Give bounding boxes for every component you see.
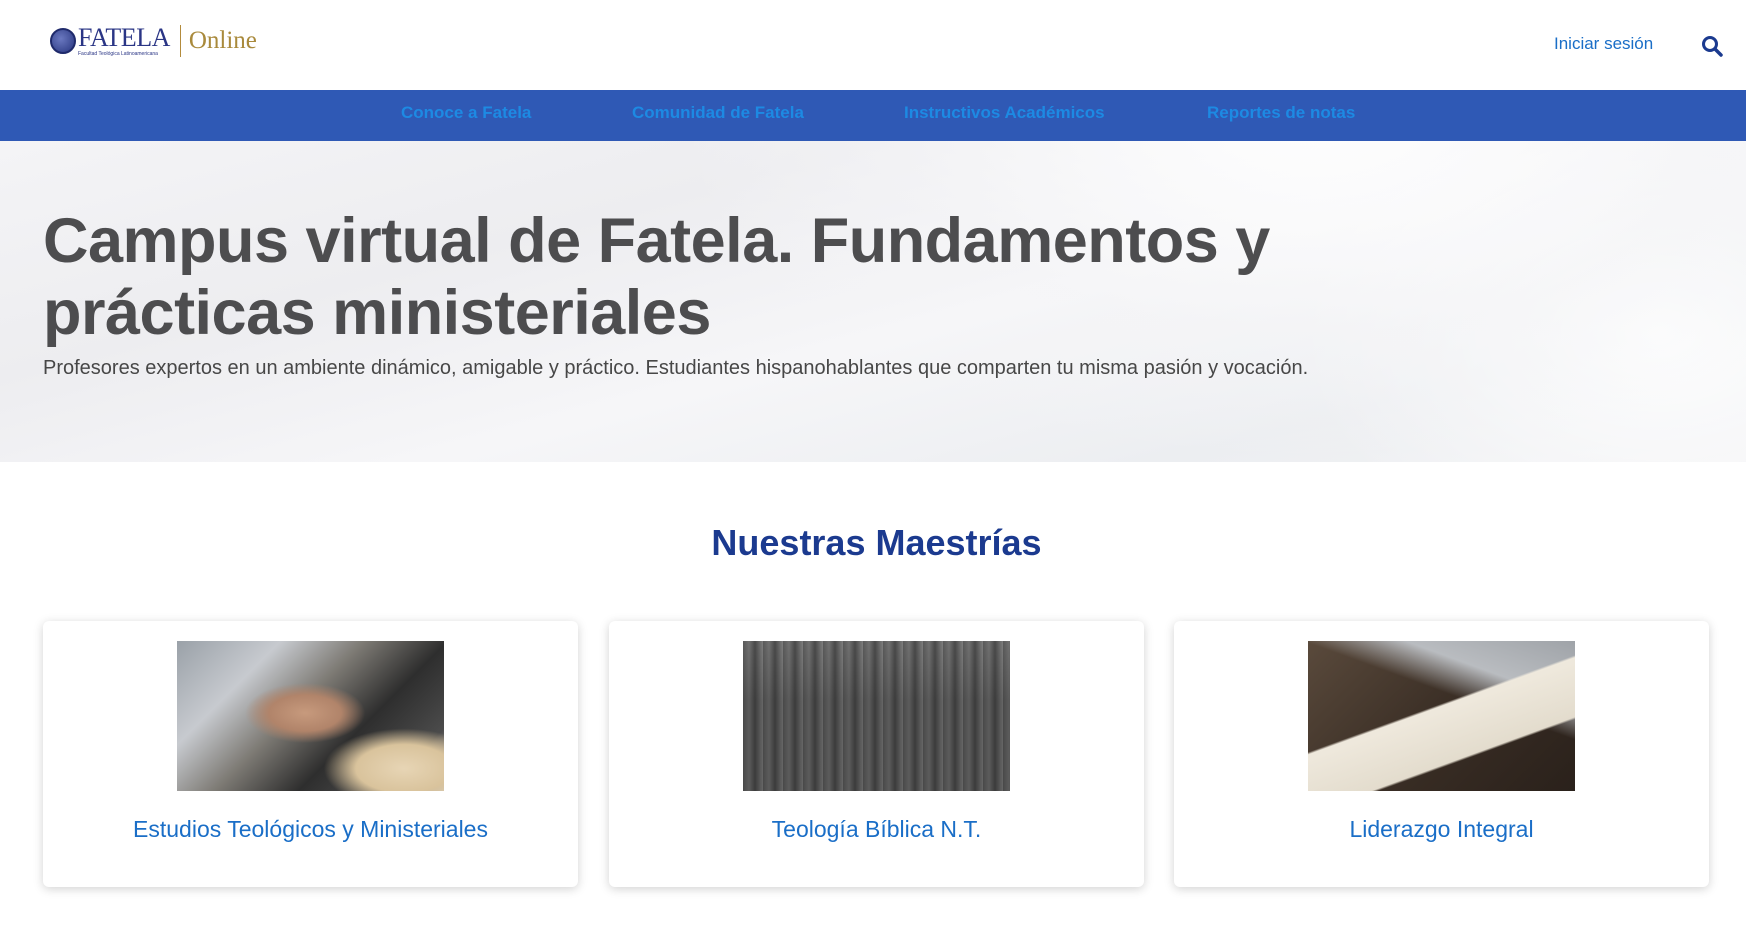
program-card[interactable]: Teología Bíblica N.T.	[609, 621, 1144, 887]
main-navbar: Conoce a Fatela Comunidad de Fatela Inst…	[0, 90, 1746, 141]
nav-item-conoce-a-fatela[interactable]: Conoce a Fatela	[401, 103, 531, 123]
program-card[interactable]: Estudios Teológicos y Ministeriales	[43, 621, 578, 887]
program-card[interactable]: Liderazgo Integral	[1174, 621, 1709, 887]
site-header: FATELA Facultad Teológica Latinoamerican…	[0, 0, 1746, 90]
nav-item-instructivos-academicos[interactable]: Instructivos Académicos	[904, 103, 1105, 123]
logo-online: Online	[188, 27, 257, 54]
search-icon	[1702, 36, 1723, 57]
site-logo[interactable]: FATELA Facultad Teológica Latinoamerican…	[50, 20, 257, 62]
logo-divider	[179, 25, 181, 57]
nav-item-comunidad-de-fatela[interactable]: Comunidad de Fatela	[632, 103, 804, 123]
program-card-image[interactable]	[743, 641, 1010, 791]
search-button[interactable]	[1700, 34, 1724, 58]
program-card-image[interactable]	[1308, 641, 1575, 791]
hero-title: Campus virtual de Fatela. Fundamentos y …	[43, 206, 1270, 348]
login-link[interactable]: Iniciar sesión	[1554, 34, 1653, 54]
logo-subtext: Facultad Teológica Latinoamericana	[78, 51, 158, 57]
logo-wordmark: FATELA Facultad Teológica Latinoamerican…	[78, 25, 170, 57]
hero-subtitle: Profesores expertos en un ambiente dinám…	[43, 357, 1309, 379]
program-card-image[interactable]	[177, 641, 444, 791]
logo-emblem-icon	[50, 28, 76, 54]
logo-text: FATELA	[78, 23, 170, 52]
hero-banner: Campus virtual de Fatela. Fundamentos y …	[0, 141, 1746, 462]
nav-item-reportes-de-notas[interactable]: Reportes de notas	[1207, 103, 1355, 123]
program-card-title[interactable]: Estudios Teológicos y Ministeriales	[43, 816, 578, 843]
program-card-title[interactable]: Liderazgo Integral	[1174, 816, 1709, 843]
program-card-title[interactable]: Teología Bíblica N.T.	[609, 816, 1144, 843]
section-title: Nuestras Maestrías	[711, 522, 1042, 563]
